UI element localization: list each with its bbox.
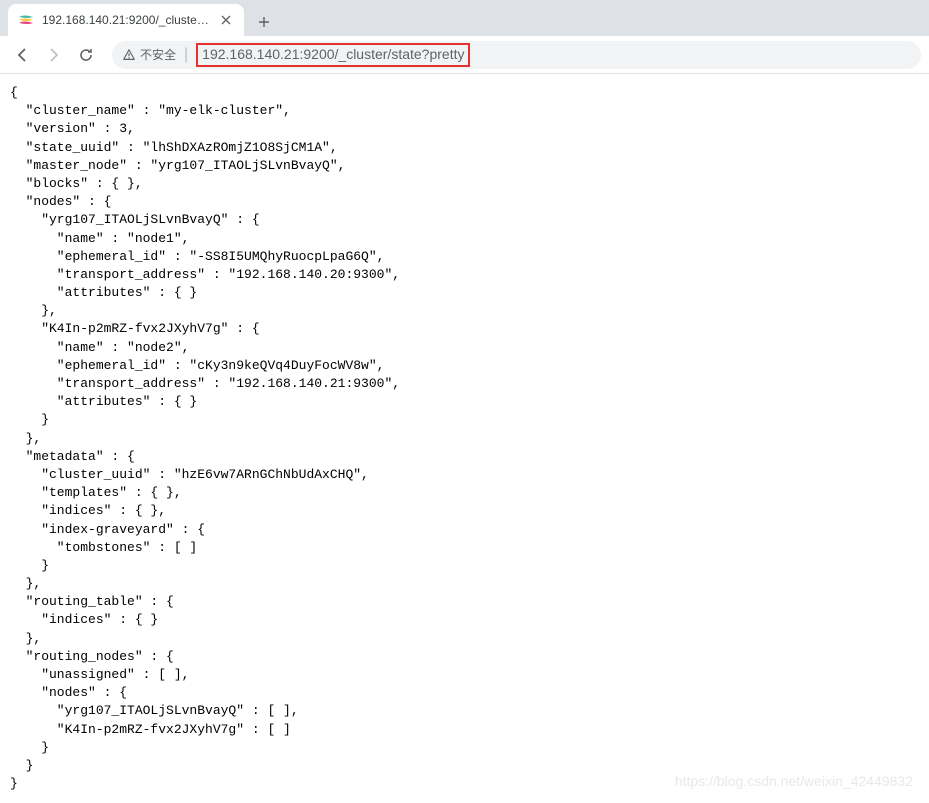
url-wrapper: 192.168.140.21:9200/_cluster/state?prett… (196, 43, 911, 67)
tab-title: 192.168.140.21:9200/_cluster/s (42, 13, 210, 27)
security-label: 不安全 (140, 46, 176, 63)
security-badge[interactable]: 不安全 (122, 46, 176, 63)
browser-chrome: 192.168.140.21:9200/_cluster/s (0, 0, 929, 74)
json-response-body: { "cluster_name" : "my-elk-cluster", "ve… (0, 74, 929, 803)
watermark: https://blog.csdn.net/weixin_42449832 (675, 773, 913, 789)
tab-bar: 192.168.140.21:9200/_cluster/s (0, 0, 929, 36)
browser-tab[interactable]: 192.168.140.21:9200/_cluster/s (8, 4, 244, 36)
new-tab-button[interactable] (250, 8, 278, 36)
reload-button[interactable] (72, 41, 100, 69)
tab-close-icon[interactable] (218, 12, 234, 28)
url-highlight-box: 192.168.140.21:9200/_cluster/state?prett… (196, 43, 470, 67)
forward-button[interactable] (40, 41, 68, 69)
toolbar: 不安全 | 192.168.140.21:9200/_cluster/state… (0, 36, 929, 74)
warning-icon (122, 48, 136, 62)
back-button[interactable] (8, 41, 36, 69)
url-divider: | (184, 46, 188, 64)
address-bar[interactable]: 不安全 | 192.168.140.21:9200/_cluster/state… (112, 41, 921, 69)
url-text: 192.168.140.21:9200/_cluster/state?prett… (202, 46, 464, 62)
tab-favicon-icon (18, 12, 34, 28)
